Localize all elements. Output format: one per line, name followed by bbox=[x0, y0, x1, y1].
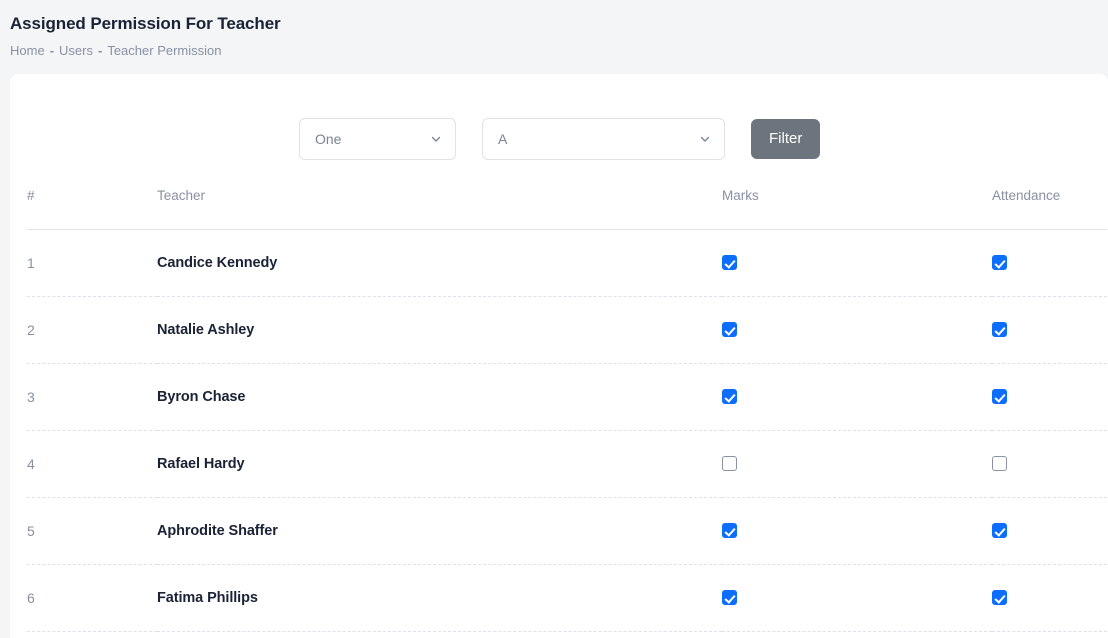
permissions-table-wrapper: # Teacher Marks Attendance 1Candice Kenn… bbox=[10, 188, 1108, 632]
row-number: 2 bbox=[27, 297, 157, 364]
teacher-name: Rafael Hardy bbox=[157, 431, 722, 498]
content-card: OneTwoThreeFourFive ABCD Filter # Te bbox=[10, 74, 1108, 638]
row-number: 1 bbox=[27, 230, 157, 297]
row-number: 6 bbox=[27, 565, 157, 632]
teacher-name: Natalie Ashley bbox=[157, 297, 722, 364]
table-row: 4Rafael Hardy bbox=[27, 431, 1107, 498]
table-row: 3Byron Chase bbox=[27, 364, 1107, 431]
breadcrumb-item-current: Teacher Permission bbox=[107, 42, 221, 60]
breadcrumb-separator: - bbox=[98, 42, 102, 60]
marks-permission-cell bbox=[722, 297, 992, 364]
class-select-wrapper: OneTwoThreeFourFive bbox=[299, 118, 456, 160]
attendance-permission-checkbox[interactable] bbox=[992, 389, 1007, 404]
table-row: 2Natalie Ashley bbox=[27, 297, 1107, 364]
breadcrumb-item-users[interactable]: Users bbox=[59, 42, 93, 60]
teacher-name: Fatima Phillips bbox=[157, 565, 722, 632]
marks-permission-checkbox[interactable] bbox=[722, 255, 737, 270]
breadcrumb: Home - Users - Teacher Permission bbox=[10, 42, 1108, 60]
attendance-permission-cell bbox=[992, 498, 1107, 565]
class-select[interactable]: OneTwoThreeFourFive bbox=[299, 118, 456, 160]
column-header-attendance: Attendance bbox=[992, 188, 1107, 230]
column-header-teacher: Teacher bbox=[157, 188, 722, 230]
marks-permission-checkbox[interactable] bbox=[722, 389, 737, 404]
attendance-permission-checkbox[interactable] bbox=[992, 322, 1007, 337]
page-title: Assigned Permission For Teacher bbox=[10, 12, 1108, 36]
permissions-table: # Teacher Marks Attendance 1Candice Kenn… bbox=[27, 188, 1107, 632]
marks-permission-cell bbox=[722, 565, 992, 632]
breadcrumb-separator: - bbox=[50, 42, 54, 60]
filter-button[interactable]: Filter bbox=[751, 119, 820, 159]
table-row: 1Candice Kennedy bbox=[27, 230, 1107, 297]
marks-permission-cell bbox=[722, 498, 992, 565]
column-header-marks: Marks bbox=[722, 188, 992, 230]
marks-permission-cell bbox=[722, 364, 992, 431]
marks-permission-checkbox[interactable] bbox=[722, 456, 737, 471]
marks-permission-cell bbox=[722, 230, 992, 297]
marks-permission-checkbox[interactable] bbox=[722, 322, 737, 337]
section-select-wrapper: ABCD bbox=[482, 118, 725, 160]
page-header: Assigned Permission For Teacher Home - U… bbox=[0, 0, 1108, 74]
table-header-row: # Teacher Marks Attendance bbox=[27, 188, 1107, 230]
row-number: 3 bbox=[27, 364, 157, 431]
teacher-name: Byron Chase bbox=[157, 364, 722, 431]
table-head: # Teacher Marks Attendance bbox=[27, 188, 1107, 230]
marks-permission-checkbox[interactable] bbox=[722, 523, 737, 538]
table-row: 6Fatima Phillips bbox=[27, 565, 1107, 632]
attendance-permission-checkbox[interactable] bbox=[992, 456, 1007, 471]
breadcrumb-item-home[interactable]: Home bbox=[10, 42, 45, 60]
attendance-permission-cell bbox=[992, 297, 1107, 364]
teacher-name: Candice Kennedy bbox=[157, 230, 722, 297]
marks-permission-checkbox[interactable] bbox=[722, 590, 737, 605]
row-number: 5 bbox=[27, 498, 157, 565]
table-row: 5Aphrodite Shaffer bbox=[27, 498, 1107, 565]
column-header-number: # bbox=[27, 188, 157, 230]
attendance-permission-cell bbox=[992, 230, 1107, 297]
attendance-permission-checkbox[interactable] bbox=[992, 590, 1007, 605]
teacher-name: Aphrodite Shaffer bbox=[157, 498, 722, 565]
section-select[interactable]: ABCD bbox=[482, 118, 725, 160]
attendance-permission-cell bbox=[992, 364, 1107, 431]
attendance-permission-cell bbox=[992, 431, 1107, 498]
marks-permission-cell bbox=[722, 431, 992, 498]
row-number: 4 bbox=[27, 431, 157, 498]
table-body: 1Candice Kennedy2Natalie Ashley3Byron Ch… bbox=[27, 230, 1107, 632]
filter-bar: OneTwoThreeFourFive ABCD Filter bbox=[10, 74, 1108, 160]
attendance-permission-checkbox[interactable] bbox=[992, 523, 1007, 538]
attendance-permission-checkbox[interactable] bbox=[992, 255, 1007, 270]
attendance-permission-cell bbox=[992, 565, 1107, 632]
